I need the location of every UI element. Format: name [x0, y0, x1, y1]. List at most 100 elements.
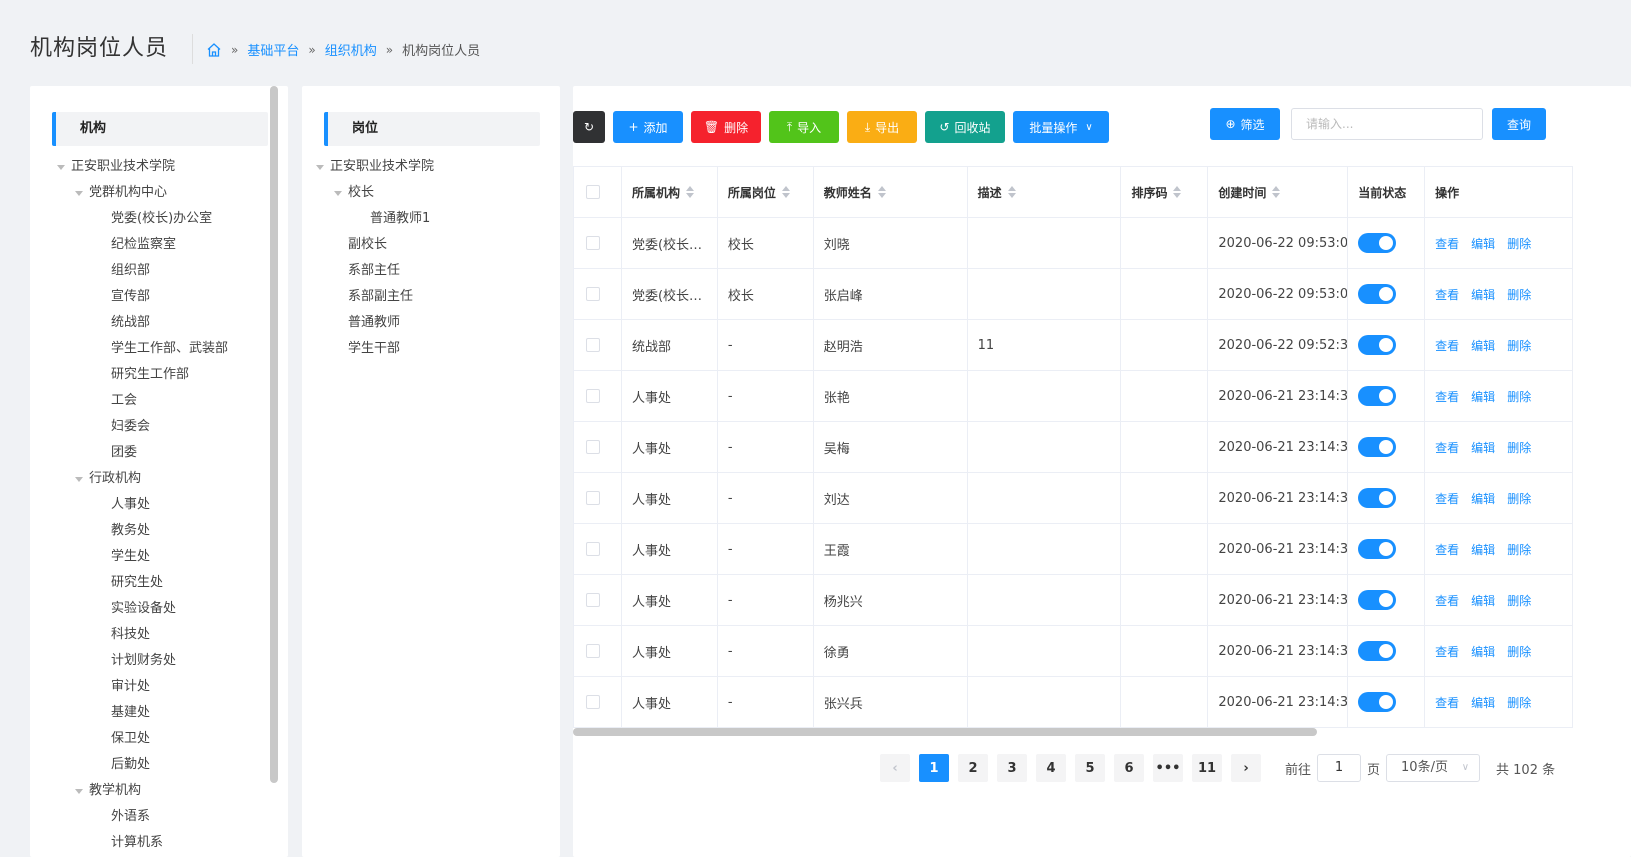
header-org[interactable]: 所属机构	[622, 167, 718, 217]
table-row[interactable]: 人事处 - 吴梅 2020-06-21 23:14:30 查看 编辑 删除	[574, 422, 1573, 473]
page-button[interactable]: 3	[997, 754, 1027, 782]
table-row[interactable]: 人事处 - 徐勇 2020-06-21 23:14:30 查看 编辑 删除	[574, 626, 1573, 677]
refresh-button[interactable]: ↻	[573, 111, 605, 143]
header-position[interactable]: 所属岗位	[718, 167, 814, 217]
row-checkbox[interactable]	[586, 491, 600, 505]
view-link[interactable]: 查看	[1435, 694, 1459, 711]
delete-button[interactable]: 🗑︎ 删除	[691, 111, 761, 143]
view-link[interactable]: 查看	[1435, 541, 1459, 558]
tree-node[interactable]: 普通教师	[302, 310, 560, 336]
table-row[interactable]: 人事处 - 王霞 2020-06-21 23:14:30 查看 编辑 删除	[574, 524, 1573, 575]
status-toggle[interactable]	[1358, 386, 1397, 406]
delete-link[interactable]: 删除	[1507, 388, 1531, 405]
status-toggle[interactable]	[1358, 539, 1397, 559]
edit-link[interactable]: 编辑	[1471, 388, 1495, 405]
view-link[interactable]: 查看	[1435, 388, 1459, 405]
edit-link[interactable]: 编辑	[1471, 490, 1495, 507]
select-all-checkbox[interactable]	[586, 185, 600, 199]
row-checkbox[interactable]	[586, 542, 600, 556]
row-checkbox[interactable]	[586, 644, 600, 658]
tree-node[interactable]: 学生干部	[302, 336, 560, 362]
row-checkbox[interactable]	[586, 440, 600, 454]
edit-link[interactable]: 编辑	[1471, 643, 1495, 660]
view-link[interactable]: 查看	[1435, 592, 1459, 609]
table-row[interactable]: 人事处 - 杨兆兴 2020-06-21 23:14:30 查看 编辑 删除	[574, 575, 1573, 626]
status-toggle[interactable]	[1358, 233, 1397, 253]
sort-icon[interactable]	[781, 186, 790, 198]
tree-node[interactable]: 外语系	[30, 804, 288, 830]
home-icon[interactable]	[206, 42, 222, 58]
page-button[interactable]: 1	[919, 754, 949, 782]
page-button[interactable]: •••	[1153, 754, 1183, 782]
status-toggle[interactable]	[1358, 692, 1397, 712]
row-checkbox[interactable]	[586, 695, 600, 709]
delete-link[interactable]: 删除	[1507, 337, 1531, 354]
row-checkbox[interactable]	[586, 236, 600, 250]
tree-node[interactable]: 研究生工作部	[30, 362, 288, 388]
tree-node[interactable]: 工会	[30, 388, 288, 414]
row-checkbox[interactable]	[586, 287, 600, 301]
tree-node[interactable]: 实验设备处	[30, 596, 288, 622]
delete-link[interactable]: 删除	[1507, 592, 1531, 609]
status-toggle[interactable]	[1358, 590, 1397, 610]
prev-page-button[interactable]: ‹	[880, 754, 910, 782]
status-toggle[interactable]	[1358, 641, 1397, 661]
header-created-time[interactable]: 创建时间	[1208, 167, 1349, 217]
tree-node[interactable]: 保卫处	[30, 726, 288, 752]
tree-node[interactable]: 宣传部	[30, 284, 288, 310]
status-toggle[interactable]	[1358, 437, 1397, 457]
delete-link[interactable]: 删除	[1507, 286, 1531, 303]
tree-node[interactable]: 研究生处	[30, 570, 288, 596]
edit-link[interactable]: 编辑	[1471, 541, 1495, 558]
edit-link[interactable]: 编辑	[1471, 439, 1495, 456]
tree-node[interactable]: 学生处	[30, 544, 288, 570]
edit-link[interactable]: 编辑	[1471, 286, 1495, 303]
tree-node[interactable]: 普通教师1	[302, 206, 560, 232]
page-button[interactable]: 11	[1192, 754, 1222, 782]
delete-link[interactable]: 删除	[1507, 643, 1531, 660]
delete-link[interactable]: 删除	[1507, 235, 1531, 252]
edit-link[interactable]: 编辑	[1471, 592, 1495, 609]
row-checkbox[interactable]	[586, 338, 600, 352]
tree-node[interactable]: 计算机系	[30, 830, 288, 856]
tree-node[interactable]: 审计处	[30, 674, 288, 700]
view-link[interactable]: 查看	[1435, 235, 1459, 252]
search-input[interactable]: 请输入...	[1291, 108, 1483, 140]
table-row[interactable]: 统战部 - 赵明浩 11 2020-06-22 09:52:38 查看 编辑 删除	[574, 320, 1573, 371]
sort-icon[interactable]	[1173, 186, 1182, 198]
add-button[interactable]: + 添加	[613, 111, 683, 143]
filter-button[interactable]: ⊕ 筛选	[1210, 108, 1280, 140]
tree-node[interactable]: 组织部	[30, 258, 288, 284]
header-teacher-name[interactable]: 教师姓名	[814, 167, 968, 217]
export-button[interactable]: ⤓ 导出	[847, 111, 917, 143]
sort-icon[interactable]	[877, 186, 886, 198]
edit-link[interactable]: 编辑	[1471, 235, 1495, 252]
view-link[interactable]: 查看	[1435, 490, 1459, 507]
delete-link[interactable]: 删除	[1507, 490, 1531, 507]
delete-link[interactable]: 删除	[1507, 694, 1531, 711]
page-button[interactable]: 4	[1036, 754, 1066, 782]
tree-node[interactable]: 统战部	[30, 310, 288, 336]
batch-operation-dropdown[interactable]: 批量操作 ∨	[1013, 111, 1109, 143]
delete-link[interactable]: 删除	[1507, 541, 1531, 558]
tree-node[interactable]: 科技处	[30, 622, 288, 648]
delete-link[interactable]: 删除	[1507, 439, 1531, 456]
tree-node[interactable]: 妇委会	[30, 414, 288, 440]
tree-node[interactable]: 系部副主任	[302, 284, 560, 310]
sort-icon[interactable]	[685, 186, 694, 198]
tree-node[interactable]: 副校长	[302, 232, 560, 258]
tree-node[interactable]: 正安职业技术学院	[302, 154, 560, 180]
table-row[interactable]: 人事处 - 刘达 2020-06-21 23:14:30 查看 编辑 删除	[574, 473, 1573, 524]
tree-node[interactable]: 系部主任	[302, 258, 560, 284]
view-link[interactable]: 查看	[1435, 286, 1459, 303]
org-tree-scrollbar[interactable]	[270, 86, 278, 783]
table-row[interactable]: 党委(校长… 校长 刘晓 2020-06-22 09:53:08 查看 编辑 删除	[574, 218, 1573, 269]
table-row[interactable]: 党委(校长… 校长 张启峰 2020-06-22 09:53:08 查看 编辑 删除	[574, 269, 1573, 320]
caret-down-icon[interactable]	[75, 789, 83, 794]
row-checkbox[interactable]	[586, 593, 600, 607]
tree-node[interactable]: 基建处	[30, 700, 288, 726]
tree-node[interactable]: 计划财务处	[30, 648, 288, 674]
tree-node[interactable]: 行政机构	[30, 466, 288, 492]
caret-down-icon[interactable]	[75, 477, 83, 482]
table-row[interactable]: 人事处 - 张艳 2020-06-21 23:14:30 查看 编辑 删除	[574, 371, 1573, 422]
